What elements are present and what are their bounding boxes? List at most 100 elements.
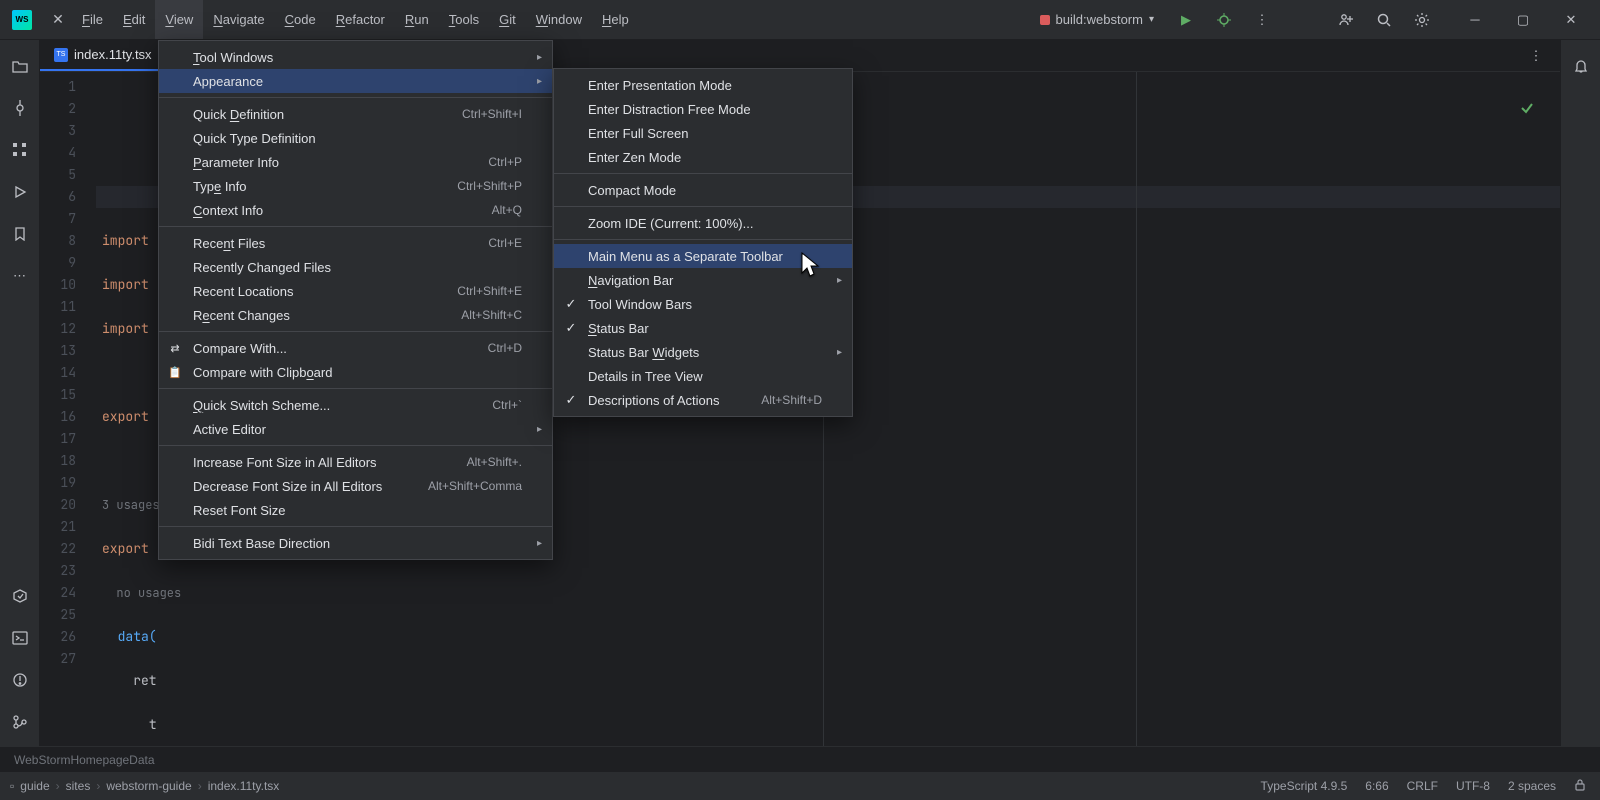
menu-git[interactable]: Git: [489, 0, 526, 39]
menu-item[interactable]: Status Bar Widgets▸: [554, 340, 852, 364]
menu-run[interactable]: Run: [395, 0, 439, 39]
menu-item-label: Active Editor: [193, 422, 266, 437]
menu-item[interactable]: Enter Zen Mode: [554, 145, 852, 169]
menu-navigate[interactable]: Navigate: [203, 0, 274, 39]
run-config-dropdown[interactable]: build:webstorm ▾: [1030, 8, 1164, 31]
shortcut-label: Ctrl+Shift+I: [438, 107, 522, 121]
right-tool-strip: [1560, 40, 1600, 746]
menu-item-label: Recent Files: [193, 236, 265, 251]
check-icon: ✓: [564, 392, 578, 408]
vcs-tool-icon[interactable]: [6, 708, 34, 736]
menu-item-label: Quick Switch Scheme...: [193, 398, 330, 413]
menu-item[interactable]: ✓Tool Window Bars: [554, 292, 852, 316]
menu-item[interactable]: Bidi Text Base Direction▸: [159, 531, 552, 555]
typescript-version[interactable]: TypeScript 4.9.5: [1261, 779, 1348, 794]
menu-item[interactable]: Quick Definition Ctrl+Shift+I: [159, 102, 552, 126]
menu-item[interactable]: Details in Tree View: [554, 364, 852, 388]
close-button[interactable]: ✕: [1548, 4, 1594, 36]
search-icon[interactable]: [1368, 4, 1400, 36]
shortcut-label: Alt+Shift+D: [737, 393, 822, 407]
menu-item[interactable]: Zoom IDE (Current: 100%)...: [554, 211, 852, 235]
menu-item-label: Enter Distraction Free Mode: [588, 102, 751, 117]
menu-edit[interactable]: Edit: [113, 0, 155, 39]
menu-item[interactable]: ⇄Compare With...Ctrl+D: [159, 336, 552, 360]
menu-item[interactable]: Enter Presentation Mode: [554, 73, 852, 97]
menu-item-label: Recent Locations: [193, 284, 293, 299]
close-project-icon[interactable]: ✕: [44, 6, 72, 34]
nav-crumb[interactable]: index.11ty.tsx: [208, 779, 280, 793]
submenu-arrow-icon: ▸: [537, 76, 542, 87]
notifications-icon[interactable]: [1567, 52, 1595, 80]
menu-file[interactable]: File: [72, 0, 113, 39]
menu-item[interactable]: Decrease Font Size in All EditorsAlt+Shi…: [159, 474, 552, 498]
menu-item[interactable]: ✓Descriptions of ActionsAlt+Shift+D: [554, 388, 852, 412]
more-actions-icon[interactable]: ⋮: [1246, 4, 1278, 36]
terminal-tool-icon[interactable]: [6, 624, 34, 652]
menu-item[interactable]: ✓Status Bar: [554, 316, 852, 340]
menu-item[interactable]: Compact Mode: [554, 178, 852, 202]
editor-tab[interactable]: TS index.11ty.tsx: [40, 40, 166, 71]
caret-position[interactable]: 6:66: [1365, 779, 1388, 794]
menu-help[interactable]: Help: [592, 0, 639, 39]
menu-item[interactable]: Recent ChangesAlt+Shift+C: [159, 303, 552, 327]
indent-widget[interactable]: 2 spaces: [1508, 779, 1556, 794]
menu-item[interactable]: Main Menu as a Separate Toolbar: [554, 244, 852, 268]
menu-item-label: Compact Mode: [588, 183, 676, 198]
menu-item[interactable]: Recently Changed Files: [159, 255, 552, 279]
shortcut-label: Alt+Shift+C: [437, 308, 522, 322]
build-tool-icon[interactable]: [6, 582, 34, 610]
menu-tools[interactable]: Tools: [439, 0, 489, 39]
menu-item[interactable]: Enter Distraction Free Mode: [554, 97, 852, 121]
menu-item[interactable]: Tool Windows▸: [159, 45, 552, 69]
maximize-button[interactable]: ▢: [1500, 4, 1546, 36]
menu-item[interactable]: Active Editor▸: [159, 417, 552, 441]
readonly-toggle-icon[interactable]: [1574, 779, 1586, 794]
bookmark-tool-icon[interactable]: [6, 220, 34, 248]
menu-item-label: Compare With...: [193, 341, 287, 356]
menu-item[interactable]: Recent Files Ctrl+E: [159, 231, 552, 255]
line-separator[interactable]: CRLF: [1407, 779, 1438, 794]
code-with-me-icon[interactable]: [1330, 4, 1362, 36]
menu-item[interactable]: Recent LocationsCtrl+Shift+E: [159, 279, 552, 303]
menu-item-label: Recently Changed Files: [193, 260, 331, 275]
shortcut-label: Ctrl+E: [464, 236, 522, 250]
project-icon: ▫: [10, 779, 14, 793]
commit-tool-icon[interactable]: [6, 94, 34, 122]
structure-tool-icon[interactable]: [6, 136, 34, 164]
menu-item[interactable]: Context InfoAlt+Q: [159, 198, 552, 222]
nav-crumb[interactable]: guide: [20, 779, 49, 793]
tab-filename: index.11ty.tsx: [74, 47, 152, 62]
menu-window[interactable]: Window: [526, 0, 592, 39]
menu-item[interactable]: Navigation Bar▸: [554, 268, 852, 292]
menu-item-label: Quick Definition: [193, 107, 284, 122]
menu-item[interactable]: 📋Compare with Clipboard: [159, 360, 552, 384]
menu-item[interactable]: Quick Switch Scheme...Ctrl+`: [159, 393, 552, 417]
minimize-button[interactable]: ─: [1452, 4, 1498, 36]
run-icon[interactable]: ▶: [1170, 4, 1202, 36]
shortcut-label: Ctrl+P: [464, 155, 522, 169]
more-tool-icon[interactable]: ⋯: [6, 262, 34, 290]
nav-breadcrumbs: ▫ guide›sites›webstorm-guide›index.11ty.…: [0, 779, 279, 793]
menu-item[interactable]: Enter Full Screen: [554, 121, 852, 145]
menu-refactor[interactable]: Refactor: [326, 0, 395, 39]
project-tool-icon[interactable]: [6, 52, 34, 80]
menu-item[interactable]: Increase Font Size in All EditorsAlt+Shi…: [159, 450, 552, 474]
menu-item[interactable]: Reset Font Size: [159, 498, 552, 522]
tab-more-icon[interactable]: ⋮: [1520, 40, 1552, 72]
run-tool-icon[interactable]: [6, 178, 34, 206]
nav-crumb[interactable]: webstorm-guide: [106, 779, 191, 793]
menu-item[interactable]: Type InfoCtrl+Shift+P: [159, 174, 552, 198]
debug-icon[interactable]: [1208, 4, 1240, 36]
settings-icon[interactable]: [1406, 4, 1438, 36]
menu-view[interactable]: View: [155, 0, 203, 39]
menu-item[interactable]: Quick Type Definition: [159, 126, 552, 150]
nav-crumb[interactable]: sites: [66, 779, 91, 793]
submenu-arrow-icon: ▸: [537, 538, 542, 549]
breadcrumb-item[interactable]: WebStormHomepageData: [14, 753, 155, 767]
problems-tool-icon[interactable]: [6, 666, 34, 694]
clipboard-icon: 📋: [167, 366, 183, 379]
file-encoding[interactable]: UTF-8: [1456, 779, 1490, 794]
menu-item[interactable]: Appearance▸: [159, 69, 552, 93]
menu-code[interactable]: Code: [275, 0, 326, 39]
menu-item[interactable]: Parameter InfoCtrl+P: [159, 150, 552, 174]
